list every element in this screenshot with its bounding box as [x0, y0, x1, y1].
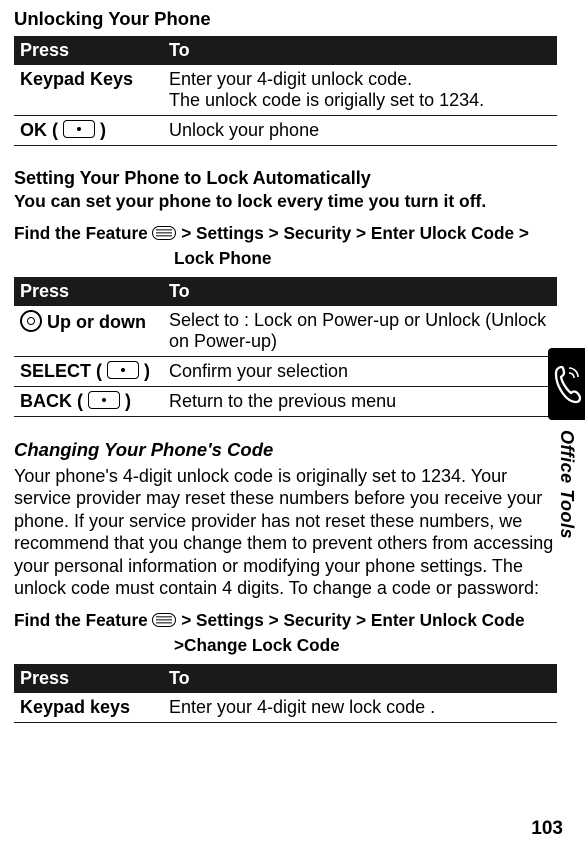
cell-ok: OK ( ): [14, 116, 163, 146]
cell-back: BACK ( ): [14, 386, 163, 416]
col-to: To: [163, 277, 557, 306]
cell-up-down-desc: Select to : Lock on Power-up or Unlock (…: [163, 306, 557, 357]
col-press: Press: [14, 277, 163, 306]
cell-up-down-label: Up or down: [42, 312, 146, 332]
section-tab-label: Office Tools: [556, 430, 577, 539]
softkey-icon: [88, 391, 120, 409]
page-number: 103: [531, 818, 563, 840]
feature-path-2: >Change Lock Code: [174, 633, 340, 658]
cell-select: SELECT ( ): [14, 356, 163, 386]
feature-path-lock-phone: Find the Feature > Settings > Security >…: [14, 221, 557, 271]
cell-up-down: Up or down: [14, 306, 163, 357]
cell-back-pre: BACK (: [20, 391, 88, 411]
feature-label: Find the Feature: [14, 610, 152, 630]
heading-auto-lock: Setting Your Phone to Lock Automatically: [14, 168, 557, 189]
softkey-icon: [63, 120, 95, 138]
cell-keypad-keys: Keypad keys: [14, 693, 163, 723]
cell-select-post: ): [139, 361, 150, 381]
cell-select-desc: Confirm your selection: [163, 356, 557, 386]
menu-icon: [152, 226, 176, 240]
nav-ring-icon: [20, 310, 42, 332]
cell-keypad-keys: Keypad Keys: [14, 65, 163, 116]
phone-icon: [548, 348, 585, 420]
feature-path-2: Lock Phone: [174, 246, 271, 271]
table-change-code: Press To Keypad keys Enter your 4-digit …: [14, 664, 557, 723]
table-unlocking: Press To Keypad Keys Enter your 4-digit …: [14, 36, 557, 146]
section-tab: Office Tools: [548, 348, 585, 608]
table-auto-lock: Press To Up or down Select to : Lock on …: [14, 277, 557, 417]
cell-ok-desc: Unlock your phone: [163, 116, 557, 146]
menu-icon: [152, 613, 176, 627]
change-code-body: Your phone's 4-digit unlock code is orig…: [14, 465, 557, 600]
feature-path-1: > Settings > Security > Enter Unlock Cod…: [176, 610, 524, 630]
col-press: Press: [14, 664, 163, 693]
cell-back-desc: Return to the previous menu: [163, 386, 557, 416]
cell-ok-post: ): [95, 120, 106, 140]
auto-lock-intro: You can set your phone to lock every tim…: [14, 191, 557, 213]
cell-back-post: ): [120, 391, 131, 411]
feature-label: Find the Feature: [14, 223, 152, 243]
softkey-icon: [107, 361, 139, 379]
feature-path-1: > Settings > Security > Enter Ulock Code…: [176, 223, 528, 243]
cell-keypad-keys-desc: Enter your 4-digit new lock code .: [163, 693, 557, 723]
cell-keypad-keys-desc: Enter your 4-digit unlock code. The unlo…: [163, 65, 557, 116]
col-to: To: [163, 664, 557, 693]
feature-path-change-code: Find the Feature > Settings > Security >…: [14, 608, 557, 658]
col-press: Press: [14, 36, 163, 65]
heading-unlocking: Unlocking Your Phone: [14, 8, 557, 30]
cell-select-pre: SELECT (: [20, 361, 107, 381]
col-to: To: [163, 36, 557, 65]
cell-ok-pre: OK (: [20, 120, 63, 140]
heading-change-code: Changing Your Phone's Code: [14, 439, 557, 461]
